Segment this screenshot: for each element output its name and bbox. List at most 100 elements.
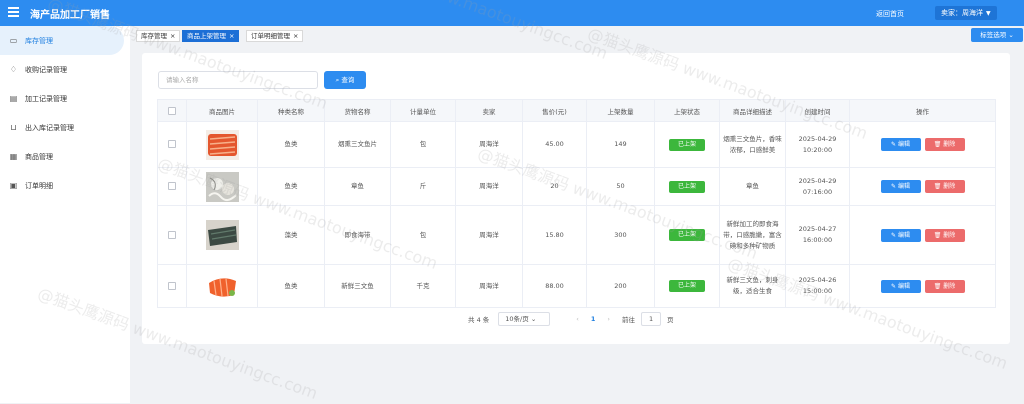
sidebar-item-goods[interactable]: ▦ 商品管理 — [0, 142, 130, 171]
search-input[interactable]: 请输入名称 — [158, 71, 318, 89]
table-header-row: 商品图片 种类名称 货物名称 计量单位 卖家 售价(元) 上架数量 上架状态 商… — [157, 99, 996, 122]
delete-button[interactable]: 🗑 删除 — [924, 180, 965, 193]
tab-bar: 库存管理 × 商品上架管理 × 订单明细管理 × — [132, 28, 1024, 43]
column-header: 货物名称 — [324, 99, 391, 122]
quantity-cell: 200 — [586, 264, 655, 308]
tag-options-label: 标签选项 — [980, 31, 1007, 39]
description-cell: 章鱼 — [719, 167, 786, 206]
close-icon[interactable]: × — [293, 32, 298, 40]
quantity-cell: 50 — [586, 167, 655, 206]
delete-button[interactable]: 🗑 删除 — [924, 138, 965, 151]
close-icon[interactable]: × — [170, 32, 175, 40]
status-badge[interactable]: 已上架 — [669, 229, 705, 241]
unit-cell: 包 — [390, 205, 456, 265]
edit-icon: ✎ — [891, 183, 897, 190]
unit-cell: 斤 — [390, 167, 456, 206]
content-card: 请输入名称 ⌕ 查询 商品图片 种类名称 货物名称 计量单位 卖家 售价(元) … — [142, 53, 1010, 344]
trash-icon: 🗑 — [933, 183, 942, 190]
column-header: 售价(元) — [522, 99, 587, 122]
close-icon[interactable]: × — [229, 32, 234, 40]
row-checkbox[interactable] — [168, 230, 176, 239]
price-cell: 15.80 — [522, 205, 587, 265]
price-cell: 20 — [522, 167, 587, 206]
next-page-icon[interactable]: › — [607, 315, 610, 323]
edit-button[interactable]: ✎ 编辑 — [880, 138, 921, 151]
search-button-label: 查询 — [341, 76, 355, 84]
description-cell: 烟熏三文鱼片，香味浓郁，口感鲜美 — [719, 121, 786, 168]
column-header: 商品图片 — [186, 99, 258, 122]
tab-label: 商品上架管理 — [187, 32, 226, 40]
edit-button[interactable]: ✎ 编辑 — [880, 228, 921, 242]
status-badge[interactable]: 已上架 — [669, 180, 705, 193]
sidebar-item-label: 出入库记录管理 — [25, 123, 74, 132]
row-checkbox[interactable] — [168, 182, 176, 190]
column-header: 上架状态 — [654, 99, 720, 122]
column-header: 商品详细描述 — [719, 99, 786, 122]
row-checkbox[interactable] — [168, 281, 176, 290]
column-header: 创建时间 — [785, 99, 850, 122]
sidebar: ▭ 库存管理 ♢ 收购记录管理 ▤ 加工记录管理 ⊔ 出入库记录管理 ▦ 商品管理 ▣ 订单… — [0, 26, 130, 403]
column-header: 种类名称 — [257, 99, 325, 122]
home-link[interactable]: 返回首页 — [876, 9, 904, 19]
chevron-down-icon: ▼ — [986, 10, 991, 17]
sidebar-item-orders[interactable]: ▣ 订单明细 — [0, 171, 130, 200]
sidebar-item-processing[interactable]: ▤ 加工记录管理 — [0, 84, 130, 113]
box-icon: ▦ — [9, 152, 18, 161]
sidebar-item-inventory[interactable]: ▭ 库存管理 — [0, 26, 124, 55]
trash-icon: 🗑 — [933, 141, 942, 148]
page-suffix: 页 — [667, 316, 674, 324]
user-name: 卖家：周海洋 — [941, 9, 983, 17]
page-size-select[interactable]: 10条/页 ⌄ — [498, 312, 551, 326]
table-row: 鱼类 新鲜三文鱼 千克 周海洋 88.00 200 已上架 新鲜三文鱼，刺身级，… — [157, 264, 996, 308]
delete-label: 删除 — [943, 141, 956, 148]
salmon-slices-image — [205, 129, 239, 160]
sidebar-item-inout[interactable]: ⊔ 出入库记录管理 — [0, 113, 130, 142]
seller-cell: 周海洋 — [455, 205, 523, 265]
select-all-checkbox[interactable] — [168, 106, 176, 115]
edit-button[interactable]: ✎ 编辑 — [880, 180, 921, 193]
price-cell: 88.00 — [522, 264, 587, 308]
edit-icon: ✎ — [891, 141, 897, 148]
row-checkbox[interactable] — [168, 140, 176, 148]
edit-icon: ✎ — [891, 282, 897, 290]
menu-toggle-icon[interactable] — [8, 7, 19, 17]
octopus-image — [205, 171, 239, 202]
goods-name-cell: 即食海带 — [324, 205, 391, 265]
current-page[interactable]: 1 — [591, 315, 596, 323]
pagination: 共 4 条 10条/页 ⌄ ‹ 1 › 前往 1 页 — [468, 312, 674, 326]
edit-button[interactable]: ✎ 编辑 — [880, 279, 921, 293]
sidebar-item-purchase[interactable]: ♢ 收购记录管理 — [0, 55, 130, 84]
user-dropdown[interactable]: 卖家：周海洋 ▼ — [935, 6, 997, 20]
tab-order-details[interactable]: 订单明细管理 × — [246, 30, 304, 42]
tab-inventory[interactable]: 库存管理 × — [136, 30, 181, 42]
sidebar-item-label: 订单明细 — [25, 181, 53, 190]
column-header: 卖家 — [455, 99, 523, 122]
delete-label: 删除 — [943, 183, 956, 190]
description-cell: 新鲜加工的即食海带，口感脆嫩，富含碘和多种矿物质 — [719, 205, 786, 265]
sidebar-item-label: 收购记录管理 — [25, 65, 67, 74]
tag-options-button[interactable]: 标签选项 ⌄ — [971, 28, 1023, 42]
delete-button[interactable]: 🗑 删除 — [924, 279, 965, 293]
app-title: 海产品加工厂销售 — [30, 10, 110, 21]
delete-label: 删除 — [943, 231, 956, 239]
quantity-cell: 300 — [586, 205, 655, 265]
search-button[interactable]: ⌕ 查询 — [324, 71, 366, 89]
clipboard-icon: ▣ — [9, 181, 18, 190]
delete-label: 删除 — [943, 282, 956, 290]
created-time-cell: 2025-04-29 10:20:00 — [785, 121, 850, 168]
description-cell: 新鲜三文鱼，刺身级，适合生食 — [719, 264, 786, 308]
seller-cell: 周海洋 — [455, 121, 523, 168]
page-size-value: 10条/页 — [505, 315, 529, 323]
tab-goods-listing[interactable]: 商品上架管理 × — [182, 30, 240, 42]
search-icon: ⌕ — [335, 76, 340, 84]
trash-icon: 🗑 — [933, 282, 942, 290]
column-header: 计量单位 — [390, 99, 456, 122]
prev-page-icon[interactable]: ‹ — [576, 315, 579, 323]
salmon-fillet-image — [205, 271, 239, 301]
delete-button[interactable]: 🗑 删除 — [924, 228, 965, 242]
status-badge[interactable]: 已上架 — [669, 138, 705, 151]
status-badge[interactable]: 已上架 — [669, 280, 705, 292]
edit-label: 编辑 — [897, 282, 910, 290]
goto-page-input[interactable]: 1 — [641, 312, 662, 326]
hand-icon: ♢ — [9, 65, 18, 74]
